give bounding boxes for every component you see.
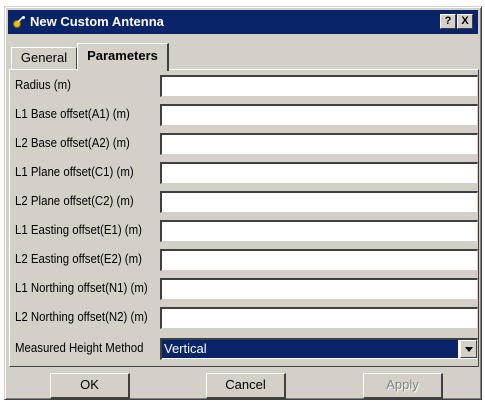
cancel-button[interactable]: Cancel: [206, 373, 286, 399]
field-label: L1 Plane offset(C1) (m): [15, 164, 134, 179]
ok-button[interactable]: OK: [50, 373, 130, 399]
l2-easting-offset-input[interactable]: [160, 249, 478, 271]
l1-plane-offset-input[interactable]: [160, 162, 478, 184]
l2-plane-offset-input[interactable]: [160, 191, 478, 213]
form-row-measured-height: Measured Height Method Vertical: [10, 338, 480, 361]
selected-value: Vertical: [162, 340, 458, 358]
chevron-down-icon: [465, 347, 473, 352]
form-row-l1-plane-offset: L1 Plane offset(C1) (m): [10, 162, 480, 185]
help-button[interactable]: ?: [440, 14, 456, 29]
field-label: Measured Height Method: [15, 340, 144, 355]
window-title: New Custom Antenna: [30, 14, 164, 29]
apply-button[interactable]: Apply: [363, 373, 443, 399]
field-label: L2 Northing offset(N2) (m): [15, 309, 148, 324]
tab-general[interactable]: General: [11, 47, 77, 69]
form-row-l2-plane-offset: L2 Plane offset(C2) (m): [10, 191, 480, 214]
l2-northing-offset-input[interactable]: [160, 307, 478, 329]
antenna-icon: [12, 15, 26, 29]
form-row-radius: Radius (m): [10, 75, 480, 98]
dialog-window: New Custom Antenna ? X General Parameter…: [4, 6, 482, 400]
l1-base-offset-input[interactable]: [160, 104, 478, 126]
form-row-l1-northing-offset: L1 Northing offset(N1) (m): [10, 278, 480, 301]
field-label: L1 Easting offset(E1) (m): [15, 222, 142, 237]
l1-northing-offset-input[interactable]: [160, 278, 478, 300]
form-row-l1-easting-offset: L1 Easting offset(E1) (m): [10, 220, 480, 243]
l1-easting-offset-input[interactable]: [160, 220, 478, 242]
radius-input[interactable]: [160, 75, 478, 97]
tab-parameters[interactable]: Parameters: [77, 43, 169, 71]
field-label: Radius (m): [15, 77, 71, 92]
field-label: L2 Easting offset(E2) (m): [15, 251, 142, 266]
l2-base-offset-input[interactable]: [160, 133, 478, 155]
parameters-panel: Radius (m) L1 Base offset(A1) (m) L2 Bas…: [9, 69, 479, 367]
form-row-l2-northing-offset: L2 Northing offset(N2) (m): [10, 307, 480, 330]
field-label: L1 Northing offset(N1) (m): [15, 280, 148, 295]
form-row-l1-base-offset: L1 Base offset(A1) (m): [10, 104, 480, 127]
field-label: L2 Base offset(A2) (m): [15, 135, 130, 150]
form-row-l2-easting-offset: L2 Easting offset(E2) (m): [10, 249, 480, 272]
close-button[interactable]: X: [457, 14, 473, 29]
measured-height-method-select[interactable]: Vertical: [160, 338, 478, 360]
title-bar[interactable]: New Custom Antenna ? X: [8, 10, 478, 34]
dropdown-arrow-button[interactable]: [460, 340, 477, 358]
field-label: L2 Plane offset(C2) (m): [15, 193, 134, 208]
field-label: L1 Base offset(A1) (m): [15, 106, 130, 121]
form-row-l2-base-offset: L2 Base offset(A2) (m): [10, 133, 480, 156]
